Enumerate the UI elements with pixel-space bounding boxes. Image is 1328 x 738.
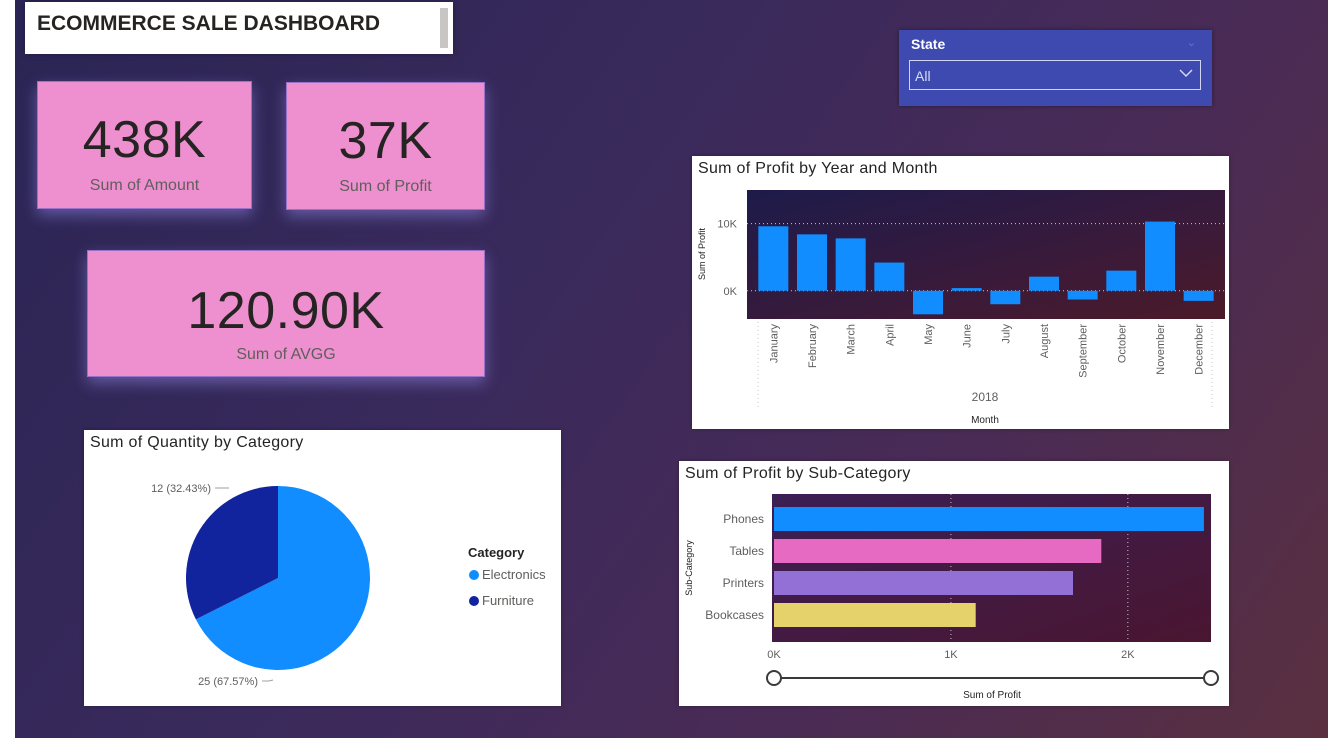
- kpi-card-avgg[interactable]: 120.90K Sum of AVGG: [87, 250, 485, 377]
- x-tick-label: June: [962, 324, 974, 348]
- dashboard-title: ECOMMERCE SALE DASHBOARD: [37, 12, 381, 35]
- kpi-card-amount[interactable]: 438K Sum of Amount: [37, 81, 252, 209]
- x-tick-label: August: [1039, 324, 1051, 358]
- x-tick-label: January: [768, 324, 780, 364]
- kpi-label: Sum of Profit: [339, 178, 432, 195]
- x-tick-label: 0K: [767, 649, 781, 661]
- state-slicer: State ⌄ All: [899, 30, 1212, 106]
- x-tick-label: November: [1155, 324, 1167, 375]
- bar: [951, 288, 982, 291]
- y-axis-label: Sum of Profit: [697, 227, 707, 280]
- bar: [835, 238, 866, 291]
- bar: [1106, 270, 1137, 291]
- kpi-value: 120.90K: [187, 282, 385, 340]
- data-label: 25 (67.57%): [198, 676, 258, 688]
- leader-line: [262, 679, 274, 682]
- bar: [774, 539, 1102, 563]
- slicer-title: State: [911, 36, 946, 52]
- bar: [990, 290, 1021, 305]
- bar: [774, 507, 1204, 531]
- bar: [774, 571, 1073, 595]
- zoom-slider-start-handle[interactable]: [766, 670, 782, 686]
- chart-svg: Category 25 (67.57%) 12 (32.43%) Electroni…: [151, 483, 546, 688]
- dashboard-title-box: ECOMMERCE SALE DASHBOARD: [25, 2, 453, 54]
- bar: [1029, 276, 1059, 291]
- y-axis-label: Sub-Category: [684, 540, 694, 596]
- bar: [913, 290, 943, 315]
- chart-svg: Sum of Profit 2018 Month 10K 0K January Feb…: [697, 190, 1225, 426]
- y-tick-label: Printers: [723, 576, 764, 590]
- kpi-value: 438K: [82, 111, 207, 169]
- y-tick-label: Bookcases: [705, 608, 764, 622]
- legend-marker: [469, 570, 479, 580]
- chevron-down-icon: [1178, 65, 1194, 84]
- legend-item: Electronics: [482, 567, 546, 582]
- x-tick-label: March: [846, 324, 858, 355]
- legend-title: Category: [468, 545, 525, 560]
- kpi-label: Sum of Amount: [89, 177, 200, 194]
- x-group-label: 2018: [972, 390, 999, 404]
- x-axis-label: Sum of Profit: [963, 690, 1021, 701]
- x-tick-label: October: [1116, 324, 1128, 363]
- x-tick-label: May: [923, 324, 935, 345]
- x-tick-label: July: [1000, 324, 1012, 344]
- dropdown-value: All: [915, 68, 931, 84]
- x-tick-label: 1K: [944, 649, 958, 661]
- bar: [797, 234, 827, 291]
- chart-svg: Sub-Category Sum of Profit 0K 1K 2K Phones T…: [684, 494, 1219, 701]
- scrollbar[interactable]: [440, 8, 448, 48]
- y-tick-label: Tables: [729, 544, 764, 558]
- bar: [1145, 221, 1175, 291]
- y-tick-label: 10K: [717, 219, 737, 231]
- x-tick-label: September: [1078, 324, 1090, 378]
- y-tick-label: 0K: [724, 286, 738, 298]
- state-dropdown[interactable]: All: [909, 60, 1201, 90]
- bar: [758, 226, 789, 291]
- kpi-value: 37K: [338, 112, 433, 170]
- legend-item: Furniture: [482, 593, 534, 608]
- bar: [1183, 290, 1214, 301]
- bar: [774, 603, 976, 627]
- x-axis-label: Month: [971, 415, 999, 426]
- data-label: 12 (32.43%): [151, 483, 211, 495]
- profit-by-subcategory-chart[interactable]: Sum of Profit by Sub-Category Sub-Catego…: [679, 461, 1229, 706]
- bar: [1067, 290, 1098, 300]
- profit-by-month-chart[interactable]: Sum of Profit by Year and Month Sum of P…: [692, 156, 1229, 429]
- chevron-down-icon[interactable]: ⌄: [1187, 36, 1196, 49]
- bar: [874, 262, 905, 291]
- legend-marker: [469, 596, 479, 606]
- x-tick-label: December: [1194, 324, 1206, 375]
- kpi-card-profit[interactable]: 37K Sum of Profit: [286, 82, 485, 210]
- x-tick-label: April: [884, 324, 896, 346]
- x-tick-label: February: [807, 324, 819, 369]
- kpi-label: Sum of AVGG: [236, 346, 336, 363]
- zoom-slider-end-handle[interactable]: [1203, 670, 1219, 686]
- y-tick-label: Phones: [723, 512, 764, 526]
- quantity-by-category-chart[interactable]: Sum of Quantity by Category Category 25 …: [84, 430, 561, 706]
- x-tick-label: 2K: [1121, 649, 1135, 661]
